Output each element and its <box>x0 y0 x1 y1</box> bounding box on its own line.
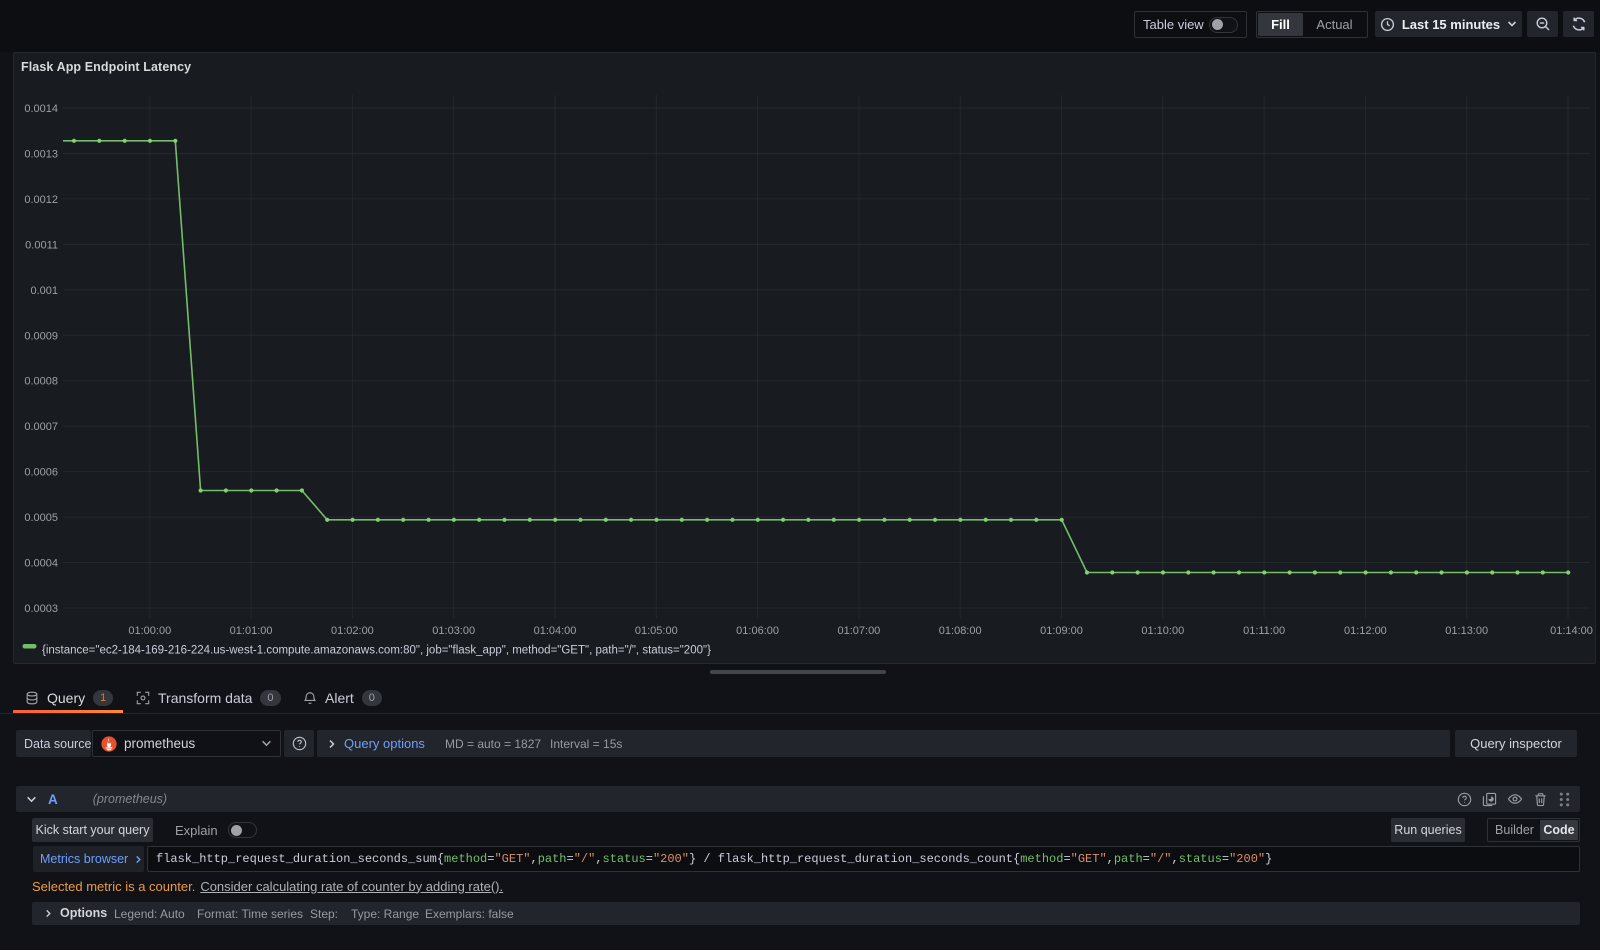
svg-text:0.0004: 0.0004 <box>24 558 58 570</box>
svg-text:01:09:00: 01:09:00 <box>1040 625 1083 637</box>
svg-text:01:08:00: 01:08:00 <box>939 625 982 637</box>
svg-text:0.0012: 0.0012 <box>24 194 58 206</box>
svg-text:01:01:00: 01:01:00 <box>230 625 273 637</box>
svg-text:01:02:00: 01:02:00 <box>331 625 374 637</box>
svg-text:01:13:00: 01:13:00 <box>1445 625 1488 637</box>
svg-text:01:03:00: 01:03:00 <box>432 625 475 637</box>
svg-text:0.0005: 0.0005 <box>24 512 58 524</box>
svg-text:01:11:00: 01:11:00 <box>1243 625 1285 637</box>
svg-text:01:00:00: 01:00:00 <box>128 625 171 637</box>
svg-text:01:12:00: 01:12:00 <box>1344 625 1387 637</box>
svg-text:0.001: 0.001 <box>30 285 58 297</box>
svg-text:01:05:00: 01:05:00 <box>635 625 678 637</box>
svg-text:0.0009: 0.0009 <box>24 330 58 342</box>
svg-text:0.0011: 0.0011 <box>25 239 58 251</box>
svg-text:01:06:00: 01:06:00 <box>736 625 779 637</box>
svg-text:0.0003: 0.0003 <box>24 603 58 615</box>
svg-text:0.0014: 0.0014 <box>24 103 58 115</box>
svg-text:0.0007: 0.0007 <box>24 421 58 433</box>
svg-text:{instance="ec2-184-169-216-224: {instance="ec2-184-169-216-224.us-west-1… <box>42 645 711 657</box>
svg-text:01:07:00: 01:07:00 <box>837 625 880 637</box>
svg-text:01:14:00: 01:14:00 <box>1550 625 1593 637</box>
svg-text:01:10:00: 01:10:00 <box>1141 625 1184 637</box>
svg-text:0.0008: 0.0008 <box>24 376 58 388</box>
svg-text:01:04:00: 01:04:00 <box>534 625 577 637</box>
svg-text:0.0013: 0.0013 <box>24 149 58 161</box>
svg-text:0.0006: 0.0006 <box>24 467 58 479</box>
